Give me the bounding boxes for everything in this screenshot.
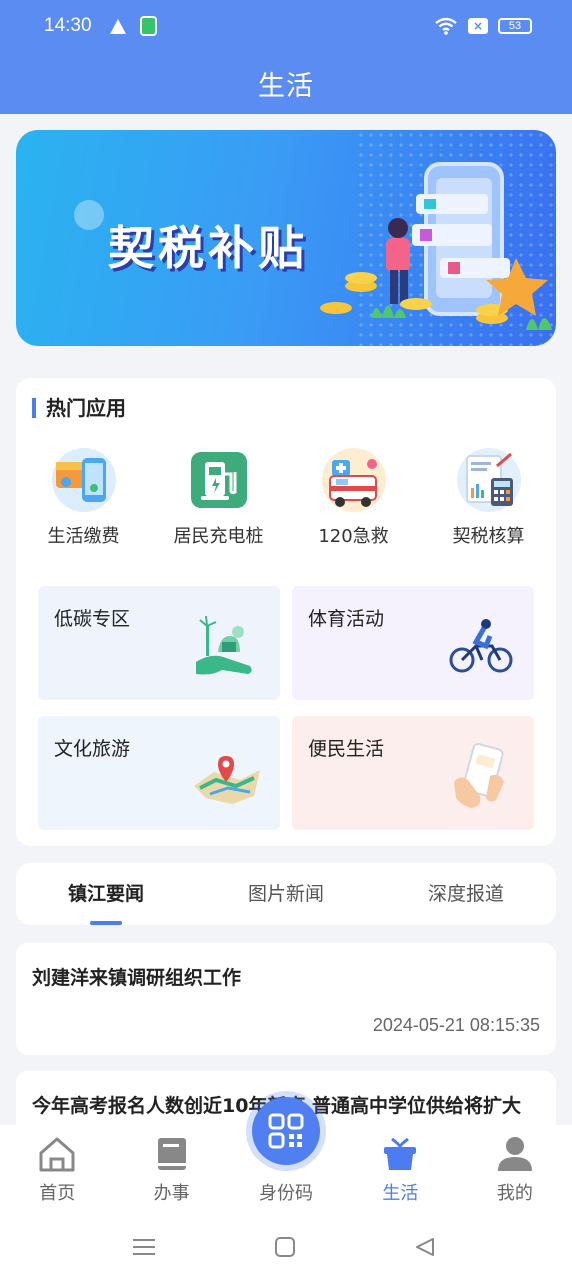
nav-label: 生活 bbox=[382, 1183, 419, 1204]
promo-banner[interactable]: 契税补贴 bbox=[16, 130, 556, 346]
tile-label: 便民生活 bbox=[308, 738, 385, 760]
wallet-phone-icon bbox=[51, 448, 116, 512]
warning-icon bbox=[109, 18, 126, 34]
nav-services[interactable]: 办事 bbox=[114, 1125, 228, 1215]
hot-apps-card: 热门应用 生活缴费 居民充电桩 120急救 契税核算 低碳专区 体育活动 文化旅… bbox=[16, 378, 556, 846]
sim-off-icon: × bbox=[468, 18, 488, 34]
app-utility-payment[interactable]: 生活缴费 bbox=[16, 448, 151, 548]
cyclist-icon bbox=[446, 612, 516, 682]
home-square-icon[interactable] bbox=[275, 1237, 295, 1257]
app-label: 契税核算 bbox=[452, 526, 525, 547]
calculator-icon bbox=[456, 448, 521, 512]
hot-apps-title: 热门应用 bbox=[32, 398, 126, 418]
tile-culture-tourism[interactable]: 文化旅游 bbox=[38, 716, 280, 830]
news-date: 2024-05-21 08:15:35 bbox=[372, 1015, 540, 1035]
tile-label: 低碳专区 bbox=[54, 608, 131, 630]
charging-station-icon bbox=[187, 448, 251, 512]
status-time: 14:30 bbox=[44, 15, 92, 36]
phone-in-hand-icon bbox=[446, 742, 516, 812]
page-title: 生活 bbox=[258, 71, 314, 102]
wifi-icon bbox=[435, 17, 457, 35]
tile-label: 体育活动 bbox=[308, 608, 385, 630]
tile-convenience[interactable]: 便民生活 bbox=[292, 716, 534, 830]
news-title: 刘建洋来镇调研组织工作 bbox=[32, 967, 242, 989]
nav-label: 办事 bbox=[153, 1183, 190, 1204]
nav-home[interactable]: 首页 bbox=[0, 1125, 114, 1215]
nav-label: 身份码 bbox=[259, 1183, 314, 1204]
nav-label: 首页 bbox=[39, 1183, 76, 1204]
app-label: 生活缴费 bbox=[47, 526, 120, 547]
green-energy-icon bbox=[192, 612, 262, 682]
app-deed-tax-calc[interactable]: 契税核算 bbox=[421, 448, 556, 548]
banner-text: 契税补贴 bbox=[108, 221, 308, 275]
system-nav-bar bbox=[0, 1215, 572, 1280]
menu-icon[interactable] bbox=[133, 1237, 155, 1257]
banner-illustration bbox=[320, 162, 552, 330]
nav-mine[interactable]: 我的 bbox=[458, 1125, 572, 1215]
tab-zhenjiang-news[interactable]: 镇江要闻 bbox=[16, 863, 196, 925]
battery-icon: 53 bbox=[498, 18, 532, 34]
tab-in-depth[interactable]: 深度报道 bbox=[376, 863, 556, 925]
tile-low-carbon[interactable]: 低碳专区 bbox=[38, 586, 280, 700]
home-icon bbox=[37, 1135, 77, 1173]
map-pin-icon bbox=[192, 742, 262, 812]
notification-app-icon bbox=[139, 16, 157, 36]
tile-sports[interactable]: 体育活动 bbox=[292, 586, 534, 700]
qr-code-button[interactable] bbox=[252, 1097, 320, 1165]
nav-life[interactable]: 生活 bbox=[343, 1125, 457, 1215]
banner-bubble bbox=[74, 200, 104, 230]
app-ev-charging[interactable]: 居民充电桩 bbox=[151, 448, 286, 548]
back-icon[interactable] bbox=[415, 1237, 435, 1257]
qr-code-icon bbox=[268, 1113, 304, 1149]
status-bar: 14:30 × 53 bbox=[44, 12, 532, 40]
app-emergency-120[interactable]: 120急救 bbox=[286, 448, 421, 548]
tile-label: 文化旅游 bbox=[54, 738, 131, 760]
tab-photo-news[interactable]: 图片新闻 bbox=[196, 863, 376, 925]
app-header: 14:30 × 53 生活 bbox=[0, 0, 572, 114]
gift-icon bbox=[380, 1135, 420, 1173]
app-label: 居民充电桩 bbox=[173, 526, 264, 547]
news-tabs: 镇江要闻 图片新闻 深度报道 bbox=[16, 863, 556, 925]
ambulance-icon bbox=[321, 448, 386, 512]
news-item[interactable]: 刘建洋来镇调研组织工作 2024-05-21 08:15:35 bbox=[16, 943, 556, 1055]
book-icon bbox=[152, 1135, 192, 1173]
app-label: 120急救 bbox=[318, 526, 389, 547]
user-icon bbox=[495, 1135, 535, 1173]
nav-label: 我的 bbox=[496, 1183, 533, 1204]
